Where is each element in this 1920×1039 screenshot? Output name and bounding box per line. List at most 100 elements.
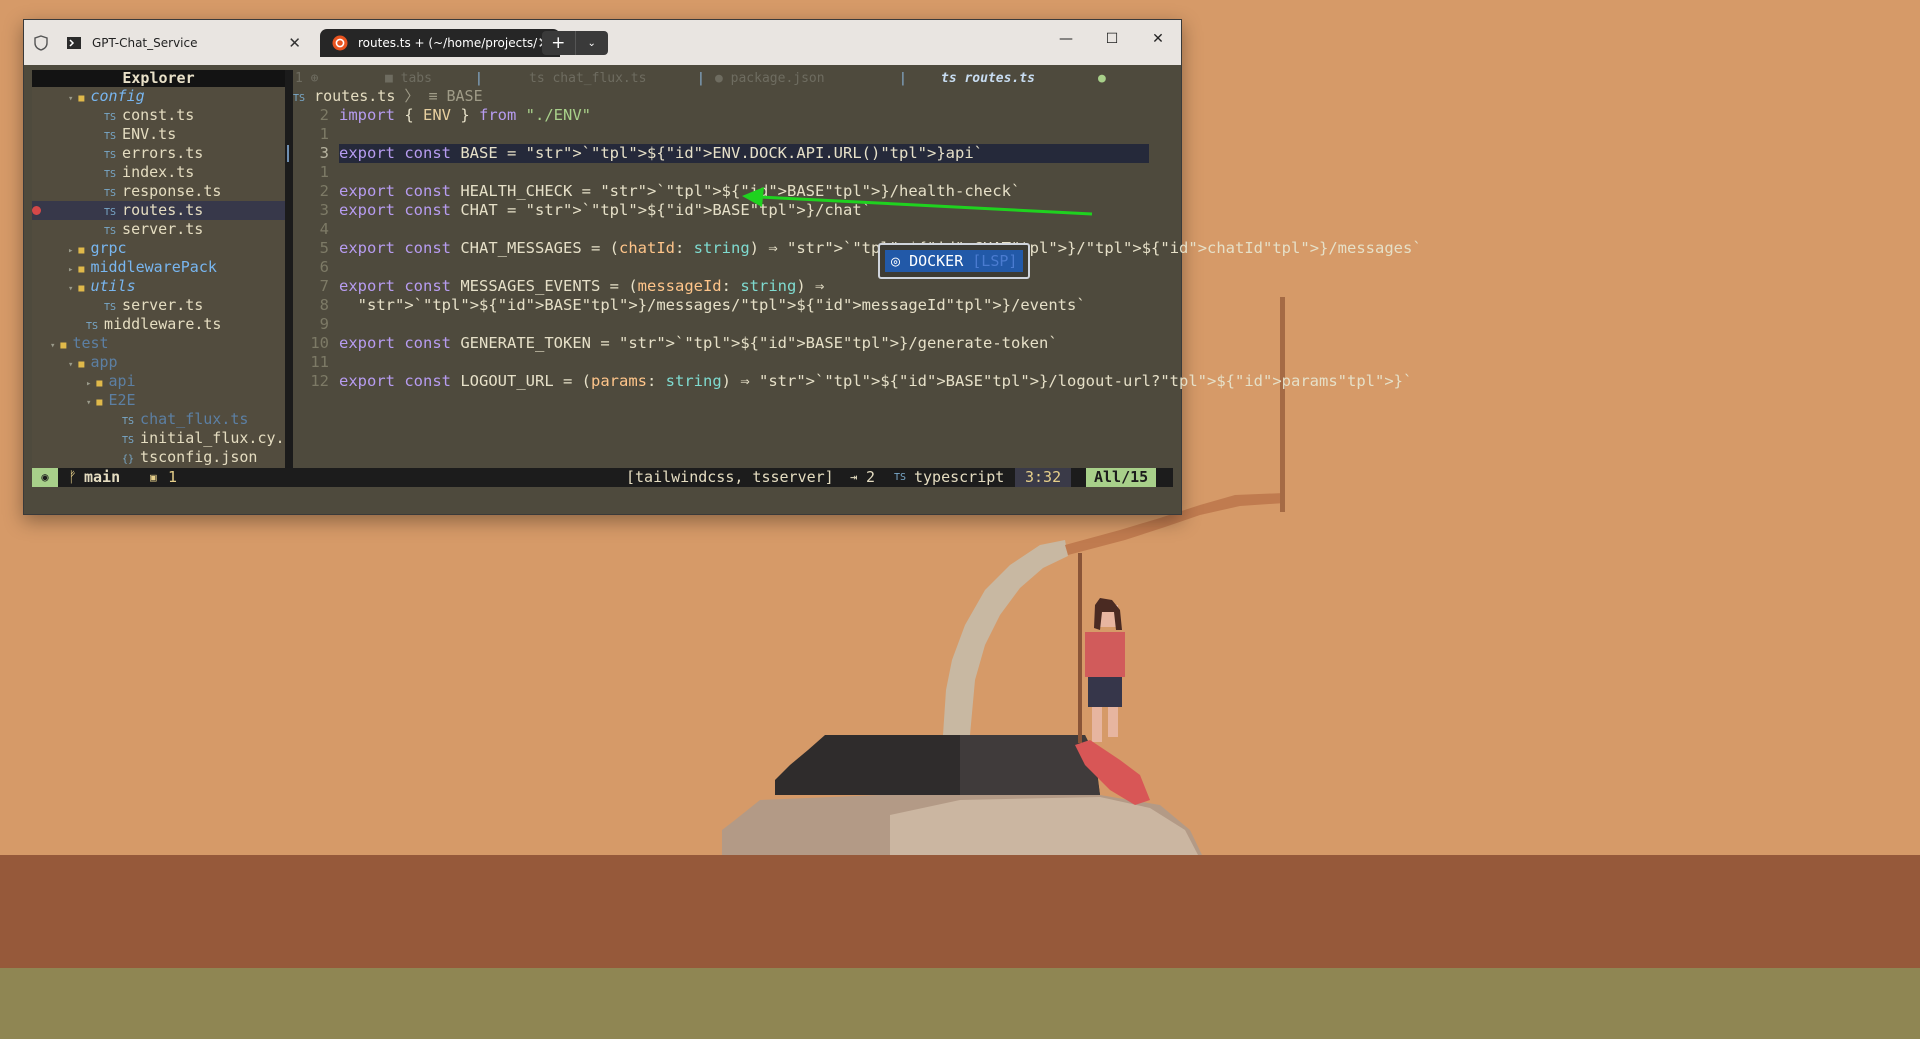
- ts-icon: TS: [104, 302, 117, 313]
- explorer-tree: ▾ ■ config TS const.ts TS ENV.ts TS errors.ts TS i…: [32, 87, 285, 467]
- tree-label: errors.ts: [122, 144, 204, 162]
- tab-dropdown-button[interactable]: ⌄: [574, 31, 609, 55]
- code-line[interactable]: 9: [293, 315, 1173, 334]
- close-window-button[interactable]: ✕: [1135, 24, 1181, 54]
- code-line[interactable]: 7 export const MESSAGES_EVENTS = (message…: [293, 277, 1173, 296]
- modified-indicator-icon: ●: [1098, 71, 1106, 86]
- tree-file[interactable]: TS chat_flux.ts: [32, 410, 285, 429]
- diagnostics-count[interactable]: 1: [168, 468, 177, 487]
- code-line[interactable]: 6: [293, 258, 1173, 277]
- tab-title: routes.ts + (~/home/projects/: [358, 36, 538, 50]
- buffer-tab[interactable]: ● package.json: [715, 70, 825, 87]
- tree-label: routes.ts: [122, 201, 204, 219]
- buffer-tab-current[interactable]: ts routes.ts: [941, 70, 1035, 87]
- code-text: export const HEALTH_CHECK = "str">`"tpl"…: [339, 182, 1021, 200]
- code-line[interactable]: 3 export const CHAT = "str">`"tpl">${"id"…: [293, 201, 1173, 220]
- code-line[interactable]: 12 export const LOGOUT_URL = (params: str…: [293, 372, 1412, 391]
- new-tab-button[interactable]: +: [542, 31, 575, 55]
- indent-size: 2: [866, 468, 876, 486]
- tree-folder[interactable]: ▸ ■ grpc: [32, 239, 285, 258]
- maximize-button[interactable]: ☐: [1089, 24, 1135, 54]
- tree-file[interactable]: TS index.ts: [32, 163, 285, 182]
- ts-icon: TS: [104, 188, 117, 199]
- tab-routes-ts[interactable]: routes.ts + (~/home/projects/ ✕: [320, 29, 560, 57]
- tree-label: E2E: [108, 391, 136, 409]
- tree-label: server.ts: [122, 296, 204, 314]
- tree-folder[interactable]: ▾ ■ E2E: [32, 391, 285, 410]
- code-line[interactable]: 8 "str">`"tpl">${"id">BASE"tpl">}/messag…: [293, 296, 1173, 315]
- tree-label: app: [90, 353, 118, 371]
- buffer-tab[interactable]: ■ tabs: [385, 70, 432, 87]
- ts-icon: TS: [86, 321, 99, 332]
- tree-file[interactable]: TS server.ts: [32, 220, 285, 239]
- tree-file[interactable]: TS response.ts: [32, 182, 285, 201]
- tree-label: test: [72, 334, 109, 352]
- code-area[interactable]: 2 import { ENV } from "./ENV" 1 3 export con…: [287, 106, 1422, 391]
- ts-icon: TS: [894, 472, 907, 483]
- code-line[interactable]: 5 export const CHAT_MESSAGES = (chatId: s…: [293, 239, 1422, 258]
- variable-icon: ◎: [891, 252, 901, 270]
- buffer-tab[interactable]: ts chat_flux.ts: [529, 70, 646, 87]
- tree-file[interactable]: TS server.ts: [32, 296, 285, 315]
- tab-gpt-chat-service[interactable]: GPT-Chat_Service ✕: [66, 29, 311, 57]
- tree-file[interactable]: TS errors.ts: [32, 144, 285, 163]
- folder-icon: ■: [78, 93, 85, 104]
- breadcrumb-file[interactable]: routes.ts: [314, 87, 395, 105]
- tree-label: ENV.ts: [122, 125, 177, 143]
- line-number: 1: [319, 125, 329, 143]
- code-text: export const MESSAGES_EVENTS = (messageI…: [339, 277, 825, 295]
- folder-icon: ■: [78, 283, 85, 294]
- git-branch[interactable]: main: [84, 468, 120, 487]
- tree-folder[interactable]: ▸ ■ middlewarePack: [32, 258, 285, 277]
- line-number: 6: [319, 258, 329, 276]
- file-explorer: Explorer ▾ ■ config TS const.ts TS ENV.ts TS err…: [32, 70, 285, 468]
- tree-label: server.ts: [122, 220, 204, 238]
- tree-folder[interactable]: ▾ ■ config: [32, 87, 285, 106]
- code-line[interactable]: 2 import { ENV } from "./ENV": [293, 106, 1173, 125]
- chevron-right-icon: 〉: [404, 87, 420, 105]
- completion-item[interactable]: ◎ DOCKER [LSP]: [885, 250, 1023, 272]
- tree-folder[interactable]: ▾ ■ test: [32, 334, 285, 353]
- code-line[interactable]: 2 export const HEALTH_CHECK = "str">`"tpl…: [293, 182, 1173, 201]
- tree-file[interactable]: TS routes.ts: [32, 201, 285, 220]
- pole: [1078, 553, 1082, 743]
- tab-title: GPT-Chat_Service: [92, 36, 198, 50]
- tree-file[interactable]: TS middleware.ts: [32, 315, 285, 334]
- code-text: "str">`"tpl">${"id">BASE"tpl">}/messages…: [357, 296, 1086, 314]
- tree-folder[interactable]: ▾ ■ app: [32, 353, 285, 372]
- buffer-tab[interactable]: 1 ⊕: [295, 70, 318, 87]
- tree-file[interactable]: {} tsconfig.json: [32, 448, 285, 467]
- explorer-divider[interactable]: [285, 70, 293, 468]
- chevron-down-icon: ▾: [50, 341, 56, 351]
- ts-icon: TS: [104, 150, 117, 161]
- code-line[interactable]: 4: [293, 220, 1173, 239]
- code-line[interactable]: 1: [293, 163, 1173, 182]
- code-line[interactable]: 10 export const GENERATE_TOKEN = "str">`"…: [293, 334, 1173, 353]
- code-line[interactable]: 3 export const BASE = "str">`"tpl">${"id"…: [287, 144, 1173, 163]
- line-number: 2: [319, 106, 329, 124]
- code-editor[interactable]: 1 ⊕ ■ tabs ts chat_flux.ts ● package.jso…: [287, 70, 1422, 468]
- line-number: 9: [319, 315, 329, 333]
- tree-file[interactable]: TS initial_flux.cy.: [32, 429, 285, 448]
- terminal-window: GPT-Chat_Service ✕ routes.ts + (~/home/p…: [23, 19, 1422, 515]
- minimize-button[interactable]: —: [1043, 24, 1089, 54]
- ts-icon: TS: [104, 226, 117, 237]
- close-tab-icon[interactable]: ✕: [288, 34, 301, 52]
- line-number: 8: [319, 296, 329, 314]
- line-number: 1: [319, 163, 329, 181]
- folder-icon: ■: [60, 340, 67, 351]
- ts-icon: TS: [122, 416, 135, 427]
- code-line[interactable]: 1: [293, 125, 1173, 144]
- tree-folder[interactable]: ▸ ■ api: [32, 372, 285, 391]
- indent-icon: ⇥: [850, 470, 858, 484]
- tree-label: tsconfig.json: [140, 448, 258, 466]
- breadcrumb-symbol[interactable]: BASE: [447, 87, 483, 105]
- chevron-down-icon: ▾: [86, 398, 92, 408]
- status-line: ◉ ᚠ main ▣ 1 [tailwindcss, tsserver] ⇥ 2…: [32, 468, 1173, 487]
- code-line[interactable]: 11: [293, 353, 1173, 372]
- code-text: export const BASE = "str">`"tpl">${"id">…: [339, 144, 1149, 163]
- breadcrumb: TS routes.ts 〉 ≡ BASE: [293, 87, 483, 106]
- tree-file[interactable]: TS ENV.ts: [32, 125, 285, 144]
- tree-file[interactable]: TS const.ts: [32, 106, 285, 125]
- tree-folder[interactable]: ▾ ■ utils: [32, 277, 285, 296]
